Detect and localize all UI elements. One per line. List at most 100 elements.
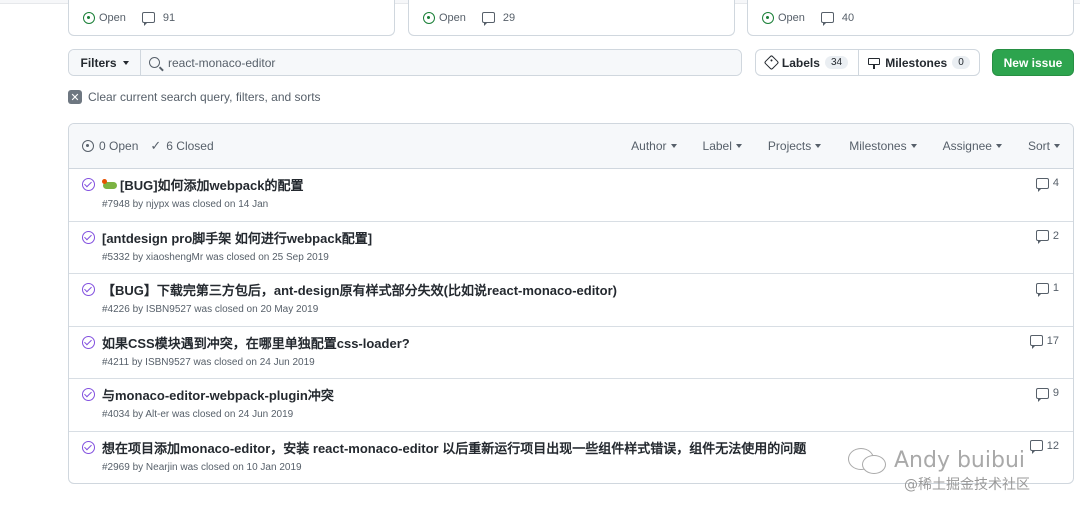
- issue-row[interactable]: [BUG]如何添加webpack的配置 #7948 by njypx was c…: [69, 169, 1073, 222]
- tag-icon: [763, 54, 780, 71]
- wechat-logo-icon: [848, 446, 888, 474]
- issue-comments-link[interactable]: 4: [1035, 177, 1059, 192]
- clear-query-link[interactable]: ✕ Clear current search query, filters, a…: [68, 90, 321, 104]
- labels-button[interactable]: Labels 34: [756, 50, 859, 75]
- milestones-count: 0: [952, 56, 970, 69]
- issue-row[interactable]: 与monaco-editor-webpack-plugin冲突 #4034 by…: [69, 379, 1073, 432]
- top-card-2[interactable]: Open 29: [408, 0, 735, 36]
- issue-title-link[interactable]: 想在项目添加monaco-editor，安装 react-monaco-edit…: [102, 438, 806, 457]
- caret-down-icon: [815, 144, 822, 148]
- projects-filter[interactable]: Projects: [767, 139, 822, 153]
- clear-query-label: Clear current search query, filters, and…: [88, 90, 321, 104]
- comment-icon: [481, 12, 495, 26]
- filters-button[interactable]: Filters: [69, 50, 141, 75]
- comment-count: 91: [162, 11, 176, 24]
- comment-count: 1: [1052, 282, 1059, 295]
- issue-comments-link[interactable]: 9: [1035, 387, 1059, 402]
- filter-label: Projects: [767, 139, 812, 153]
- issue-comments-link[interactable]: 1: [1035, 282, 1059, 297]
- watermark: Andy buibui @稀土掘金技术社区: [848, 446, 1030, 493]
- issue-title-text: [BUG]如何添加webpack的配置: [120, 178, 304, 193]
- issue-open-icon: [423, 11, 435, 24]
- open-count-label: 0 Open: [99, 139, 139, 153]
- issue-closed-icon: [82, 440, 95, 454]
- issue-title-link[interactable]: 与monaco-editor-webpack-plugin冲突: [102, 385, 334, 404]
- comment-icon: [141, 12, 155, 26]
- open-toggle[interactable]: 0 Open: [82, 139, 138, 153]
- comment-count: 29: [502, 11, 516, 24]
- comment-count: 2: [1052, 229, 1059, 242]
- state-label: Open: [439, 11, 466, 24]
- issue-meta: #7948 by njypx was closed on 14 Jan: [102, 199, 269, 210]
- comment-count: 12: [1046, 439, 1059, 452]
- comment-icon: [1035, 282, 1049, 297]
- close-icon: ✕: [68, 90, 82, 104]
- closed-toggle[interactable]: ✓ 6 Closed: [150, 138, 213, 154]
- comment-icon: [1035, 387, 1049, 402]
- new-issue-button[interactable]: New issue: [992, 49, 1074, 76]
- issue-meta: #4211 by ISBN9527 was closed on 24 Jun 2…: [102, 356, 315, 368]
- milestones-button[interactable]: Milestones 0: [859, 50, 979, 75]
- watermark-name: Andy buibui: [894, 447, 1026, 473]
- issue-meta: #4226 by ISBN9527 was closed on 20 May 2…: [102, 304, 319, 316]
- issue-open-icon: [83, 11, 95, 24]
- comment-count: 4: [1052, 177, 1059, 189]
- comment-count: 17: [1046, 334, 1059, 347]
- filter-label: Assignee: [942, 139, 992, 153]
- issue-open-icon: [762, 11, 774, 24]
- issue-comments-link[interactable]: 12: [1029, 439, 1059, 455]
- filter-label: Label: [702, 139, 732, 153]
- open-state: Open: [762, 11, 805, 24]
- issue-comments-link[interactable]: 17: [1029, 334, 1059, 350]
- top-card-3[interactable]: Open 40: [747, 0, 1074, 36]
- issue-meta: #2969 by Nearjin was closed on 10 Jan 20…: [102, 461, 302, 473]
- search-input[interactable]: react-monaco-editor: [141, 50, 741, 75]
- watermark-source: @稀土掘金技术社区: [904, 477, 1030, 493]
- comment-icon: [1035, 230, 1049, 245]
- issue-title-link[interactable]: 【BUG】下载完第三方包后，ant-design原有样式部分失效(比如说reac…: [102, 280, 617, 299]
- watermark-title: Andy buibui: [848, 446, 1025, 474]
- filter-label: Milestones: [849, 139, 907, 153]
- bug-emoji-icon: [102, 179, 118, 191]
- header-filters: Author Label Projects Milestones Assigne…: [631, 139, 1060, 153]
- comment-count: 9: [1052, 387, 1059, 400]
- open-state: Open: [83, 11, 126, 24]
- filter-label: Author: [631, 139, 667, 153]
- labels-count: 34: [824, 56, 849, 69]
- issue-title-link[interactable]: [antdesign pro脚手架 如何进行webpack配置]: [102, 228, 372, 247]
- issues-list: 0 Open ✓ 6 Closed Author Label Projects …: [68, 123, 1074, 484]
- state-label: Open: [778, 11, 805, 24]
- assignee-filter[interactable]: Assignee: [943, 139, 1002, 153]
- issue-closed-icon: [82, 178, 95, 191]
- sort-filter[interactable]: Sort: [1028, 139, 1060, 153]
- issues-list-header: 0 Open ✓ 6 Closed Author Label Projects …: [69, 124, 1073, 169]
- author-filter[interactable]: Author: [631, 139, 677, 153]
- caret-down-icon: [1054, 144, 1060, 148]
- state-label: Open: [99, 11, 126, 24]
- milestones-filter[interactable]: Milestones: [849, 139, 917, 153]
- issue-row[interactable]: 如果CSS模块遇到冲突，在哪里单独配置css-loader? #4211 by …: [69, 327, 1073, 380]
- issue-title-link[interactable]: 如果CSS模块遇到冲突，在哪里单独配置css-loader?: [102, 333, 410, 352]
- caret-down-icon: [910, 144, 917, 148]
- labels-milestones-group: Labels 34 Milestones 0: [755, 49, 980, 76]
- comment-icon: [1029, 335, 1043, 350]
- issue-row[interactable]: 【BUG】下载完第三方包后，ant-design原有样式部分失效(比如说reac…: [69, 274, 1073, 327]
- issue-open-icon: [82, 140, 94, 152]
- issue-row[interactable]: [antdesign pro脚手架 如何进行webpack配置] #5332 b…: [69, 222, 1073, 275]
- filters-label: Filters: [80, 55, 117, 70]
- check-icon: ✓: [150, 138, 162, 153]
- comment-icon: [1029, 440, 1043, 455]
- caret-down-icon: [122, 60, 129, 65]
- issue-comments-link[interactable]: 2: [1035, 229, 1059, 245]
- issue-title-link[interactable]: [BUG]如何添加webpack的配置: [102, 175, 303, 194]
- top-card-1[interactable]: Open 91: [68, 0, 395, 36]
- milestones-label: Milestones: [885, 55, 948, 70]
- issue-closed-icon: [82, 230, 95, 244]
- open-state: Open: [423, 11, 466, 24]
- issue-meta: #5332 by xiaoshengMr was closed on 25 Se…: [102, 251, 329, 263]
- label-filter[interactable]: Label: [703, 139, 742, 153]
- filter-label: Sort: [1027, 139, 1050, 153]
- issue-closed-icon: [82, 283, 95, 297]
- caret-down-icon: [670, 144, 677, 148]
- issue-meta: #4034 by Alt-er was closed on 24 Jun 201…: [102, 409, 294, 421]
